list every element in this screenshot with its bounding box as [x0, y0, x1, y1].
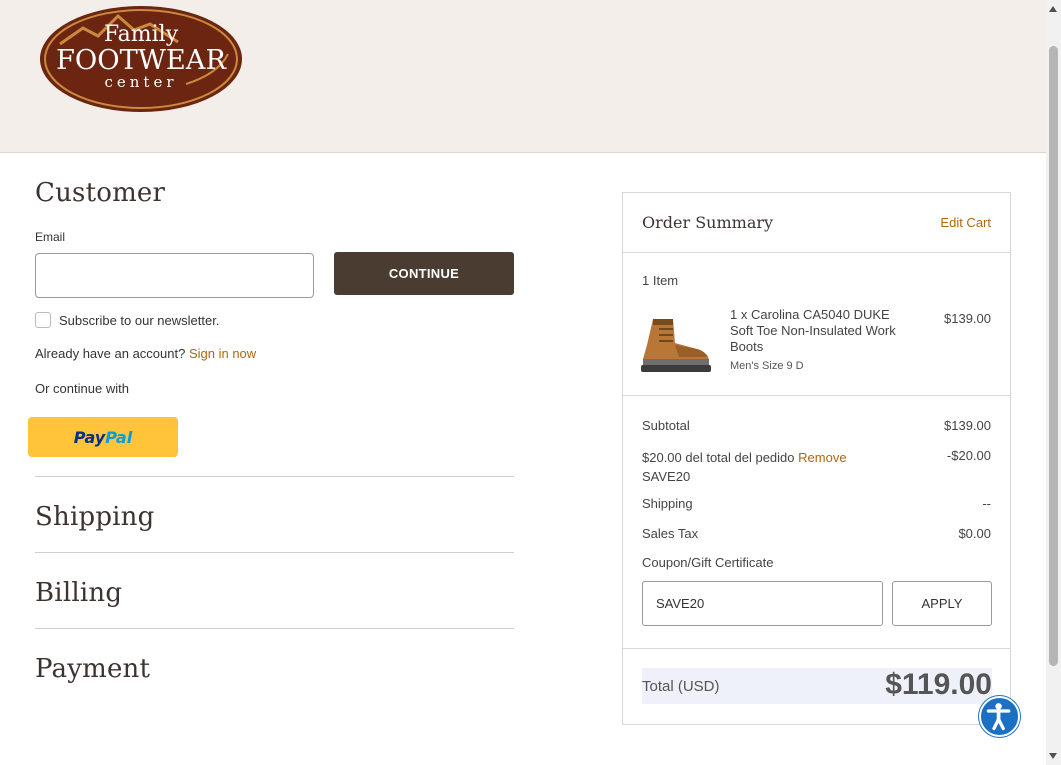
order-summary-title: Order Summary [642, 213, 774, 232]
total-label: Total (USD) [642, 678, 720, 695]
total-value: $119.00 [885, 668, 992, 701]
shipping-value: -- [982, 496, 991, 511]
item-count: 1 Item [642, 273, 679, 288]
subtotal-label: Subtotal [642, 418, 690, 433]
edit-cart-link[interactable]: Edit Cart [940, 215, 991, 230]
paypal-button[interactable]: Pay Pal [28, 417, 178, 457]
page-scrollbar[interactable] [1046, 0, 1061, 765]
work-boot-icon [641, 319, 711, 372]
discount-row: $20.00 del total del pedido Remove SAVE2… [642, 448, 872, 486]
discount-code: SAVE20 [642, 469, 691, 484]
continue-button[interactable]: CONTINUE [334, 252, 514, 295]
discount-label: $20.00 del total del pedido [642, 450, 795, 465]
order-summary: Order Summary Edit Cart 1 Item 1 x Carol… [622, 192, 1011, 725]
sign-in-link[interactable]: Sign in now [189, 346, 256, 361]
coupon-input[interactable] [642, 581, 883, 626]
payment-title: Payment [35, 654, 151, 684]
divider [623, 252, 1010, 253]
paypal-logo-part1: Pay [73, 427, 106, 447]
scroll-up-icon[interactable] [1049, 6, 1057, 12]
shipping-label: Shipping [642, 496, 693, 511]
coupon-link[interactable]: Coupon/Gift Certificate [642, 555, 774, 570]
item-size: Men's Size 9 D [730, 360, 804, 372]
remove-discount-link[interactable]: Remove [798, 450, 846, 465]
account-prompt: Already have an account? Sign in now [35, 346, 256, 361]
shipping-title: Shipping [35, 502, 155, 532]
tax-value: $0.00 [958, 526, 991, 541]
accessibility-icon[interactable] [979, 696, 1020, 737]
newsletter-checkbox[interactable] [35, 312, 51, 328]
brand-logo[interactable]: Family FOOTWEAR center [38, 4, 244, 114]
or-continue-label: Or continue with [35, 381, 129, 396]
subtotal-value: $139.00 [944, 418, 991, 433]
divider [623, 395, 1010, 396]
tax-label: Sales Tax [642, 526, 699, 541]
divider [35, 628, 514, 629]
account-prompt-text: Already have an account? [35, 346, 186, 361]
accessibility-figure-icon [986, 703, 1011, 731]
total-row: Total (USD) $119.00 [642, 668, 992, 704]
paypal-logo-part2: Pal [105, 427, 133, 447]
email-label: Email [35, 230, 66, 244]
discount-value: -$20.00 [946, 448, 991, 463]
svg-text:Family: Family [104, 22, 179, 47]
billing-title: Billing [35, 578, 123, 608]
customer-title: Customer [35, 178, 166, 208]
site-header: Family FOOTWEAR center [0, 0, 1046, 153]
item-name: 1 x Carolina CA5040 DUKE Soft Toe Non-In… [730, 307, 896, 354]
divider [35, 552, 514, 553]
apply-button[interactable]: APPLY [892, 581, 992, 626]
scrollbar-thumb[interactable] [1049, 46, 1058, 666]
email-input[interactable] [35, 253, 314, 298]
divider [623, 648, 1010, 649]
item-price: $139.00 [944, 311, 991, 326]
newsletter-label[interactable]: Subscribe to our newsletter. [59, 313, 219, 328]
svg-text:center: center [104, 73, 177, 91]
svg-text:FOOTWEAR: FOOTWEAR [56, 45, 227, 76]
divider [35, 476, 514, 477]
scroll-down-icon[interactable] [1049, 753, 1057, 759]
